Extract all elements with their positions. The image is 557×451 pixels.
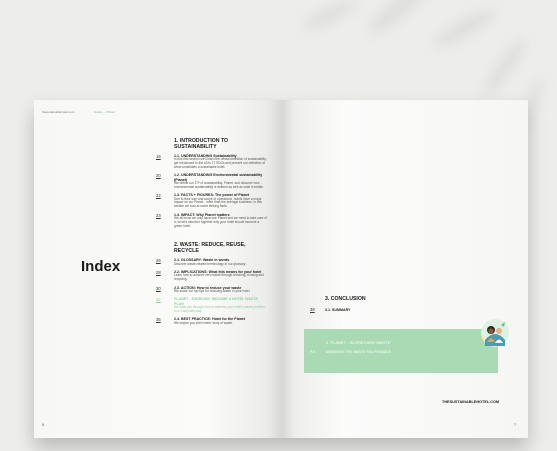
toc-entry-exercise[interactable]: 32 PLANET - EXERCISE: BECOME A HOTEL WAS… (138, 297, 268, 313)
right-page: 3. CONCLUSION 38 3.1. SUMMARY 4. PLANET … (282, 100, 528, 438)
toc-page-number: 28 (156, 270, 161, 275)
toc-page-number: 30 (156, 285, 161, 291)
scorecard-sub-number: P.4 (310, 350, 315, 354)
toc-entry-desc: We all know we only have one Planet and … (174, 215, 267, 228)
toc-page-number: 26 (156, 258, 161, 264)
toc-entry[interactable]: 16 1.1. UNDERSTANDING Sustainability In … (138, 154, 268, 170)
toc-page-number: 32 (156, 297, 161, 303)
toc-entry-desc: We walk you through how to address your … (174, 305, 265, 313)
left-page: thesustainablehotel.com Guide — Planet I… (34, 100, 282, 438)
summary-label[interactable]: 3.1. SUMMARY (325, 308, 350, 312)
toc-entry[interactable]: 26 2.1. GLOSSARY: Waste in words Discove… (138, 258, 268, 266)
left-page-number: 6 (42, 422, 45, 427)
toc-entry-desc: We inspire you with hotels' story of was… (174, 320, 234, 325)
summary-page-number[interactable]: 38 (310, 307, 315, 312)
toc-entry-desc: We share our top tips for reducing waste… (174, 288, 251, 293)
toc-entry-desc: Due to their size and scope of operation… (174, 196, 262, 209)
leaf-shadow (299, 0, 361, 35)
toc-entry[interactable]: 22 1.3. FACTS + FIGURES: The power of Pl… (138, 193, 268, 209)
header-tag: Guide — Planet (94, 110, 116, 114)
toc-entry-desc: Learn how to achieve zero waste through … (174, 273, 264, 282)
table-of-contents: 1. INTRODUCTION TO SUSTAINABILITY 16 1.1… (138, 138, 268, 329)
header-site: thesustainablehotel.com (42, 110, 75, 114)
section-title: 2. WASTE: REDUCE, REUSE, RECYCLE (174, 242, 246, 255)
toc-entry-desc: We define our 3"P of sustainability, Pla… (174, 181, 264, 189)
people-illustration-icon (481, 319, 509, 347)
leaf-shadow (430, 3, 500, 53)
open-booklet: thesustainablehotel.com Guide — Planet I… (34, 100, 528, 438)
toc-page-number: 35 (156, 317, 161, 323)
conclusion-title: 3. CONCLUSION (325, 296, 366, 302)
toc-entry[interactable]: 30 2.3. ACTION: How to reduce your waste… (138, 286, 268, 294)
toc-page-number: 16 (156, 154, 161, 159)
scorecard-subtitle: MANAGING THE WASTE YOU PRODUCE (326, 350, 392, 354)
toc-page-number: 22 (156, 193, 161, 199)
toc-page-number: 20 (156, 173, 161, 179)
toc-entry[interactable]: 28 2.2. IMPLICATIONS: What this means fo… (138, 270, 268, 282)
index-title: Index (81, 258, 121, 275)
leaf-shadow (479, 34, 531, 100)
toc-entry[interactable]: 23 1.4. IMPACT: Why Planet matters We al… (138, 213, 268, 229)
scorecard-title: 4. PLANET - SCORECARD WASTE (326, 340, 391, 345)
site-footer[interactable]: THESUSTAINABLEHOTEL.COM (442, 400, 499, 404)
toc-entry-desc: In this first section we'll learn the of… (174, 157, 267, 169)
right-page-number: 7 (514, 422, 517, 427)
toc-entry-desc: Discover waste-related terminology in ou… (174, 261, 247, 266)
scorecard-box[interactable]: 4. PLANET - SCORECARD WASTE P.4 MANAGING… (304, 329, 498, 373)
leaf-shadow (363, 0, 437, 40)
toc-page-number: 23 (156, 212, 161, 218)
toc-entry[interactable]: 35 2.4. BEST PRACTICE: Hotel for the Pla… (138, 317, 268, 325)
toc-entry[interactable]: 20 1.2. UNDERSTANDING Environmental sust… (138, 173, 268, 189)
section-title: 1. INTRODUCTION TO SUSTAINABILITY (174, 138, 229, 150)
